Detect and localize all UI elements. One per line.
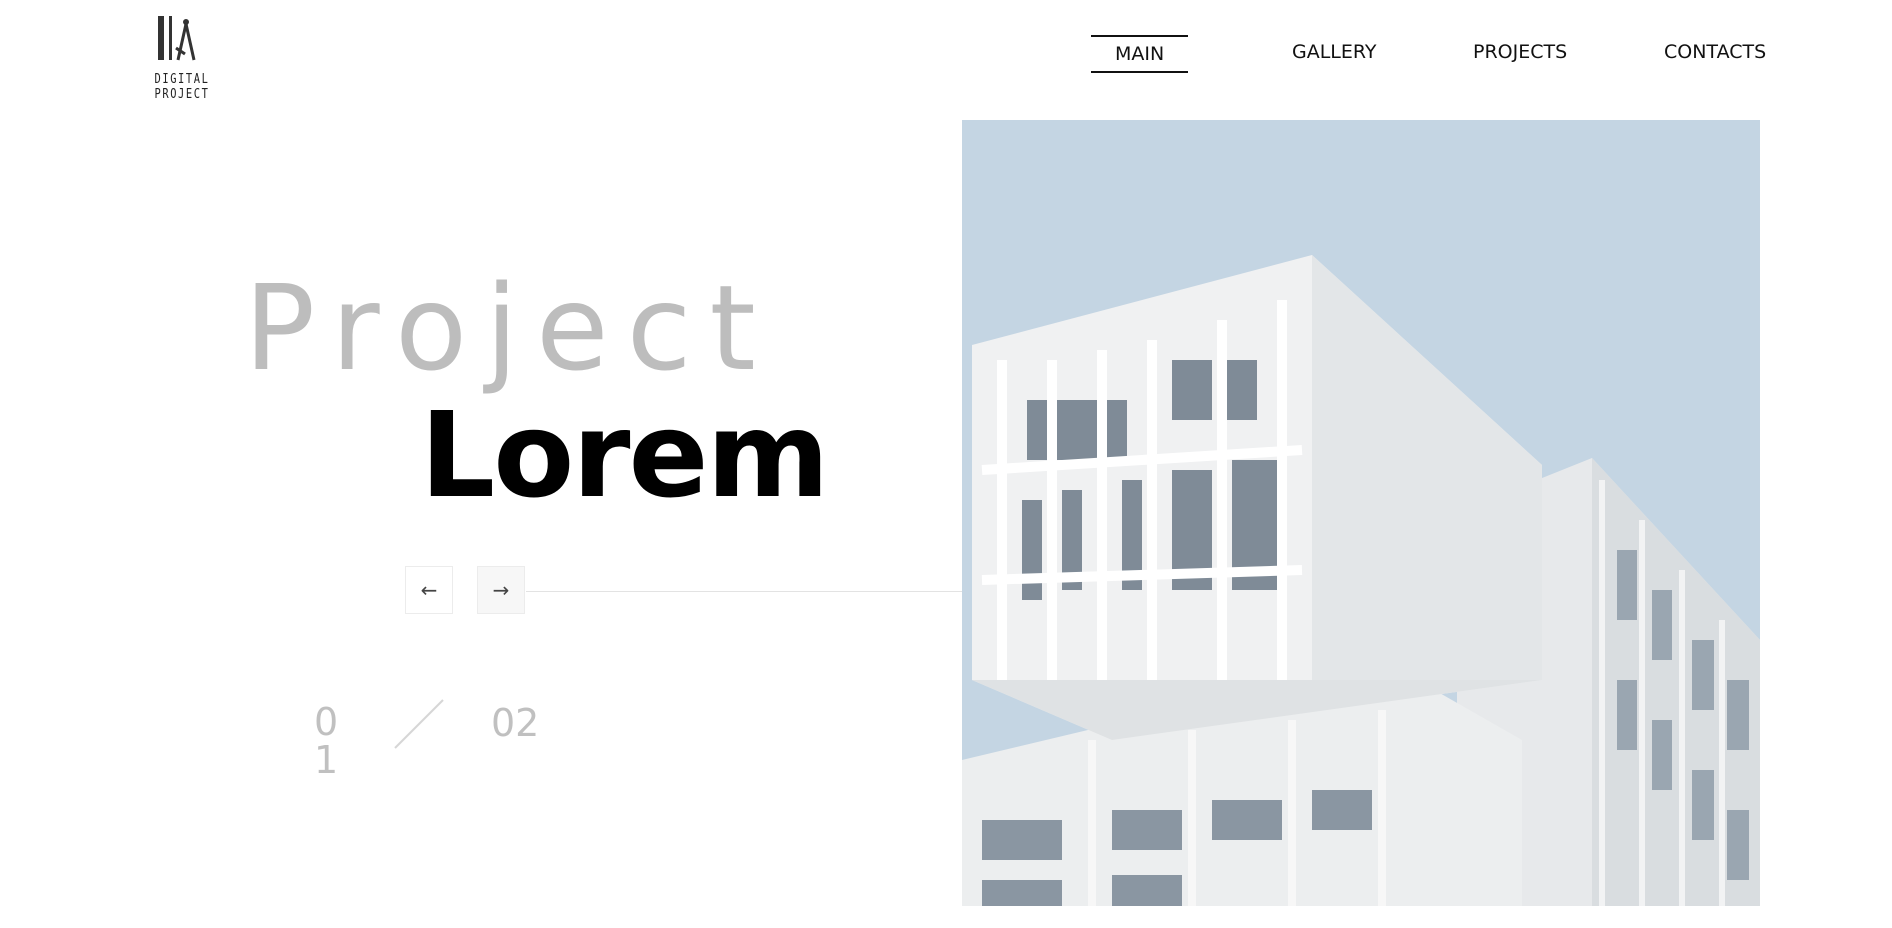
hero-building-image xyxy=(962,120,1760,906)
prev-slide-button[interactable]: ← xyxy=(405,566,453,614)
nav-main[interactable]: MAIN xyxy=(1091,35,1189,73)
nav-contacts[interactable]: CONTACTS xyxy=(1664,41,1766,63)
main-nav: MAIN GALLERY PROJECTS CONTACTS xyxy=(0,0,1892,100)
arrow-left-icon: ← xyxy=(420,578,438,602)
arrow-right-icon: → xyxy=(492,578,510,602)
slide-current: 01 xyxy=(314,700,339,782)
slide-total: 02 xyxy=(491,701,540,745)
hero-title-bold: Lorem xyxy=(420,386,829,524)
nav-projects[interactable]: PROJECTS xyxy=(1473,41,1567,63)
counter-divider xyxy=(394,699,444,749)
hero-title-light: Project xyxy=(244,259,774,397)
slider-line xyxy=(526,591,962,592)
next-slide-button[interactable]: → xyxy=(477,566,525,614)
nav-gallery[interactable]: GALLERY xyxy=(1292,41,1377,63)
